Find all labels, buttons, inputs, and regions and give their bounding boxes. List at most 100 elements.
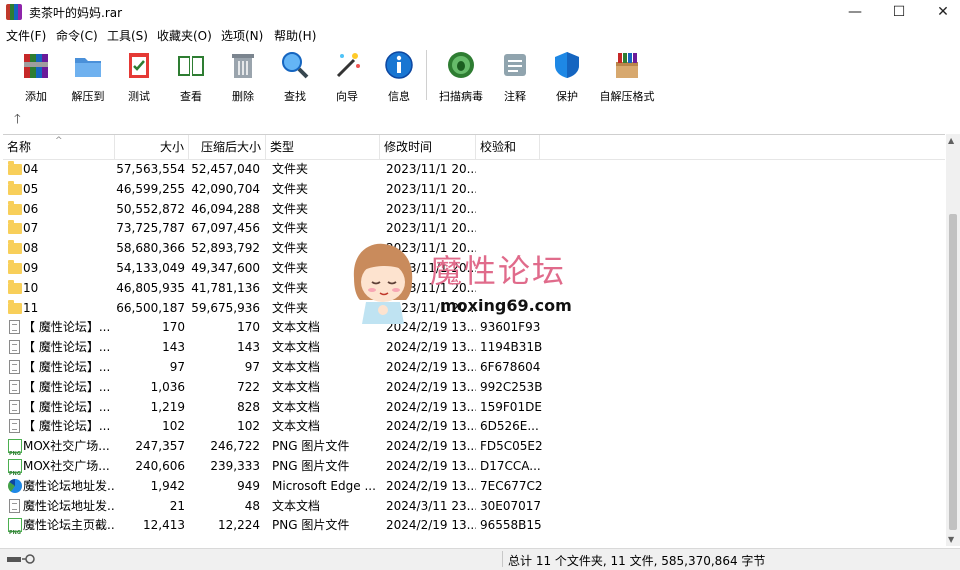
table-row[interactable]: 【 魔性论坛】... 97 97 文本文档 2024/2/19 13... 6F67860…: [3, 357, 945, 377]
file-crc: [480, 298, 544, 318]
file-packed-size: 49,347,600: [191, 261, 260, 275]
file-crc: [480, 199, 544, 219]
file-type: 文本文档: [272, 498, 321, 513]
table-row[interactable]: 05 46,599,255 42,090,704 文件夹 2023/11/1 20...: [3, 179, 945, 199]
text-file-icon: [9, 379, 20, 394]
menu-file[interactable]: 文件(F): [6, 27, 46, 44]
menu-help[interactable]: 帮助(H): [274, 27, 316, 44]
table-row[interactable]: 04 57,563,554 52,457,040 文件夹 2023/11/1 20...: [3, 159, 945, 179]
folder-icon: [8, 200, 22, 215]
protect-button[interactable]: 保护: [540, 48, 594, 104]
file-name: 10: [23, 280, 39, 295]
folder-icon: [8, 260, 22, 274]
title-bar: 卖茶叶的妈妈.rar — ☐ ✕: [0, 0, 960, 24]
file-type: 文件夹: [272, 162, 309, 176]
sfx-button[interactable]: 自解压格式: [600, 48, 655, 104]
file-packed-size: 42,090,704: [191, 181, 260, 196]
close-button[interactable]: ✕: [920, 0, 960, 24]
up-arrow-icon[interactable]: 🡑: [14, 110, 21, 132]
minimize-button[interactable]: —: [832, 0, 878, 24]
file-size: 66,500,187: [116, 300, 185, 315]
menu-bar: 文件(F) 命令(C) 工具(S) 收藏夹(O) 选项(N) 帮助(H): [0, 24, 960, 44]
table-row[interactable]: 【 魔性论坛】... 170 170 文本文档 2024/2/19 13... 93601…: [3, 317, 945, 337]
column-header-crc[interactable]: 校验和: [476, 135, 540, 159]
file-type: 文件夹: [272, 221, 309, 236]
table-row[interactable]: 魔性论坛地址发... 1,942 949 Microsoft Edge ... 2024…: [3, 476, 945, 496]
file-size: 54,133,049: [116, 261, 185, 275]
file-packed-size: 170: [237, 320, 260, 335]
text-file-icon: [9, 360, 20, 374]
scroll-down-icon[interactable]: ▼: [948, 535, 954, 544]
scroll-thumb[interactable]: [949, 214, 957, 530]
file-name: 【 魔性论坛】...: [23, 360, 111, 374]
column-header-size[interactable]: 大小: [115, 135, 189, 159]
file-packed-size: 949: [237, 478, 260, 493]
png-file-icon: [8, 439, 22, 464]
file-name: 04: [23, 162, 39, 176]
trash-can-icon: [232, 54, 254, 78]
menu-commands[interactable]: 命令(C): [56, 27, 98, 44]
table-row[interactable]: 魔性论坛地址发... 21 48 文本文档 2024/3/11 23... 30E0701…: [3, 496, 945, 516]
column-header-modified[interactable]: 修改时间: [380, 135, 476, 159]
edge-file-icon: [8, 478, 22, 493]
file-type: 文件夹: [272, 241, 309, 256]
file-name: MOX社交广场...: [23, 439, 110, 454]
scan-virus-button[interactable]: 扫描病毒: [434, 48, 488, 104]
table-row[interactable]: 10 46,805,935 41,781,136 文件夹 2023/11/1 20...: [3, 278, 945, 298]
table-row[interactable]: 【 魔性论坛】... 143 143 文本文档 2024/2/19 13... 1194B…: [3, 337, 945, 357]
column-header-name[interactable]: 名称 ^: [3, 135, 115, 159]
scroll-up-icon[interactable]: ▲: [948, 136, 954, 145]
file-crc: 6F678604: [480, 360, 541, 374]
menu-favorites[interactable]: 收藏夹(O): [157, 27, 212, 44]
png-file-icon: [8, 459, 22, 484]
protect-label: 保护: [556, 90, 578, 103]
info-label: 信息: [388, 90, 410, 103]
comment-icon: [504, 54, 526, 76]
file-size: 240,606: [135, 459, 185, 473]
menu-tools[interactable]: 工具(S): [107, 27, 148, 44]
file-packed-size: 41,781,136: [191, 280, 260, 295]
file-modified: 2024/2/19 13...: [386, 360, 476, 374]
file-size: 46,805,935: [116, 280, 185, 295]
file-crc: 992C253B: [480, 379, 543, 394]
png-file-icon: [8, 518, 22, 543]
table-row[interactable]: 【 魔性论坛】... 102 102 文本文档 2024/2/19 13... 6D526…: [3, 416, 945, 436]
file-size: 50,552,872: [116, 201, 185, 216]
column-header-type[interactable]: 类型: [266, 135, 380, 159]
window-title: 卖茶叶的妈妈.rar: [29, 6, 123, 20]
table-row[interactable]: 【 魔性论坛】... 1,036 722 文本文档 2024/2/19 13... 992…: [3, 377, 945, 397]
column-header-packed[interactable]: 压缩后大小: [189, 135, 266, 159]
text-file-icon: [9, 340, 20, 355]
file-type: 文件夹: [272, 261, 309, 275]
table-row[interactable]: 08 58,680,366 52,893,792 文件夹 2023/11/1 20...: [3, 238, 945, 258]
file-type: 文件夹: [272, 300, 309, 315]
file-type: 文本文档: [272, 320, 321, 335]
file-type: PNG 图片文件: [272, 518, 350, 533]
file-size: 1,036: [150, 379, 185, 394]
vertical-scrollbar[interactable]: ▲ ▼: [946, 134, 960, 546]
menu-options[interactable]: 选项(N): [221, 27, 263, 44]
file-type: 文本文档: [272, 379, 321, 394]
table-row[interactable]: 07 73,725,787 67,097,456 文件夹 2023/11/1 20...: [3, 218, 945, 238]
file-list[interactable]: 名称 ^ 大小 压缩后大小 类型 修改时间 校验和 04 57,563,554 52…: [3, 134, 945, 547]
info-button[interactable]: 信息: [372, 48, 426, 104]
file-modified: 2024/2/19 13...: [386, 459, 476, 473]
maximize-button[interactable]: ☐: [876, 0, 922, 24]
file-size: 73,725,787: [116, 221, 185, 236]
file-packed-size: 239,333: [210, 459, 260, 473]
table-row[interactable]: 魔性论坛主页截... 12,413 12,224 PNG 图片文件 2024/2/19 …: [3, 515, 945, 543]
file-packed-size: 722: [237, 379, 260, 394]
file-size: 247,357: [135, 439, 185, 454]
file-crc: [480, 179, 544, 199]
info-icon: [385, 51, 413, 79]
table-row[interactable]: 09 54,133,049 49,347,600 文件夹 2023/11/1 20...: [3, 258, 945, 278]
table-row[interactable]: MOX社交广场... 240,606 239,333 PNG 图片文件 2024/2/1…: [3, 456, 945, 484]
table-row[interactable]: 11 66,500,187 59,675,936 文件夹 2023/11/1 20...: [3, 298, 945, 318]
text-file-icon: [9, 419, 20, 434]
file-crc: [480, 258, 544, 278]
file-modified: 2024/2/19 13...: [386, 478, 476, 493]
table-row[interactable]: MOX社交广场... 247,357 246,722 PNG 图片文件 2024/2/1…: [3, 436, 945, 464]
table-row[interactable]: 【 魔性论坛】... 1,219 828 文本文档 2024/2/19 13... 159…: [3, 397, 945, 417]
file-modified: 2024/2/19 13...: [386, 320, 476, 335]
table-row[interactable]: 06 50,552,872 46,094,288 文件夹 2023/11/1 20...: [3, 199, 945, 219]
